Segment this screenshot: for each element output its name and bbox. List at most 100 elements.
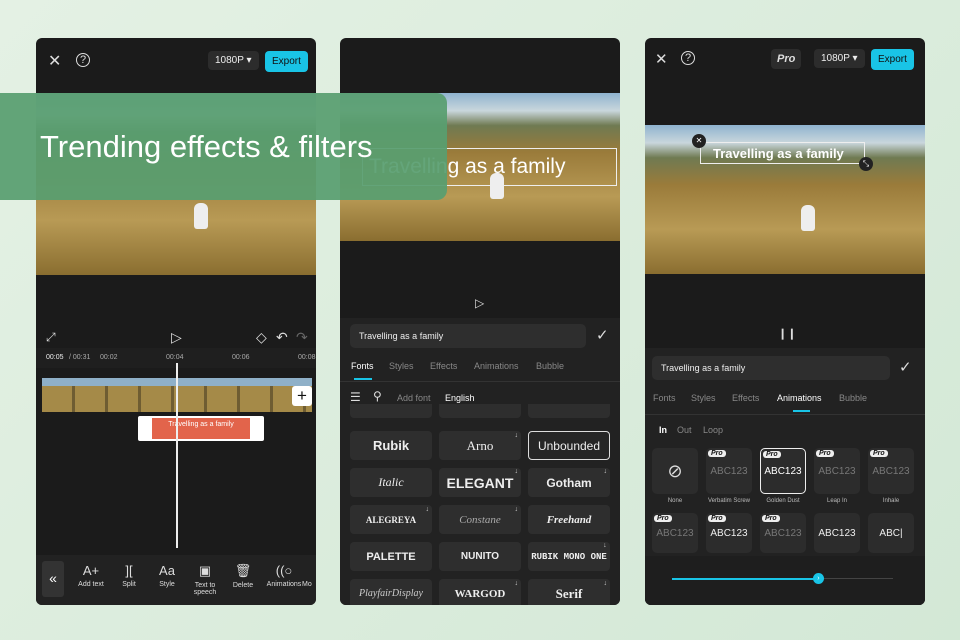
delete-tool[interactable]: 🗑 Delete bbox=[223, 563, 263, 589]
pro-badge: Pro bbox=[763, 451, 781, 458]
font-name: Gotham bbox=[546, 475, 592, 490]
animation-option[interactable]: ABC123 Pro bbox=[652, 513, 698, 553]
tab-effects[interactable]: Effects bbox=[732, 393, 759, 403]
resize-overlay-icon[interactable]: ⤡ bbox=[859, 157, 873, 171]
tab-styles[interactable]: Styles bbox=[389, 361, 414, 371]
slider-handle[interactable]: › bbox=[812, 573, 824, 584]
add-font-button[interactable]: Add font bbox=[397, 393, 431, 403]
menu-icon[interactable]: ☰ bbox=[350, 391, 361, 403]
tab-styles[interactable]: Styles bbox=[691, 393, 716, 403]
fullscreen-icon[interactable]: ⤢ bbox=[46, 331, 56, 343]
font-wargod[interactable]: WARGOD ↓ bbox=[439, 579, 521, 605]
animation-label: None bbox=[667, 498, 683, 504]
animation-preview-text: ABC123 bbox=[818, 465, 856, 477]
more-tool[interactable]: Mo bbox=[302, 563, 316, 588]
add-text-icon: A+ bbox=[82, 563, 100, 578]
confirm-check-icon[interactable]: ✓ bbox=[899, 360, 912, 375]
style-tool[interactable]: Aa Style bbox=[147, 563, 187, 588]
font-constane[interactable]: Constane ↓ bbox=[439, 505, 521, 534]
add-text-tool[interactable]: A+ Add text bbox=[71, 563, 111, 588]
font-italic[interactable]: Italic bbox=[350, 468, 432, 497]
font-rubik[interactable]: Rubik bbox=[350, 431, 432, 460]
playhead[interactable] bbox=[176, 363, 178, 548]
text-to-speech-tool[interactable]: ▣ Text to speech bbox=[185, 563, 225, 596]
subtab-in[interactable]: In bbox=[659, 425, 667, 435]
search-icon[interactable]: ⚲ bbox=[373, 390, 382, 402]
resolution-select[interactable]: 1080P ▾ bbox=[814, 49, 865, 68]
font-name: WARGOD bbox=[454, 587, 506, 600]
text-input[interactable]: Travelling as a family bbox=[350, 324, 586, 348]
text-input[interactable]: Travelling as a family bbox=[652, 356, 890, 380]
animation-option[interactable]: ABC123 bbox=[814, 513, 860, 553]
play-icon[interactable]: ▷ bbox=[475, 297, 484, 309]
font-playfair-display[interactable]: PlayfairDisplay bbox=[350, 579, 432, 605]
tab-bubble[interactable]: Bubble bbox=[839, 393, 867, 403]
play-icon[interactable]: ▷ bbox=[171, 330, 182, 344]
keyframe-icon[interactable]: ◇ bbox=[256, 330, 267, 344]
split-tool[interactable]: ][Split bbox=[109, 563, 149, 588]
tab-fonts[interactable]: Fonts bbox=[351, 361, 374, 371]
animation-option[interactable]: ABC| bbox=[868, 513, 914, 553]
animation-label: Leap In bbox=[826, 498, 848, 504]
animation-option[interactable]: ABC123 Pro bbox=[760, 448, 806, 494]
delete-overlay-icon[interactable]: ✕ bbox=[692, 134, 706, 148]
tool-label: Delete bbox=[232, 582, 254, 589]
animations-tool[interactable]: ((○ Animations bbox=[263, 563, 305, 588]
confirm-check-icon[interactable]: ✓ bbox=[596, 328, 609, 343]
tab-animations[interactable]: Animations bbox=[777, 393, 822, 403]
animation-option[interactable]: ABC123 Pro bbox=[814, 448, 860, 494]
close-icon[interactable]: ✕ bbox=[48, 54, 61, 70]
font-alegreya[interactable]: ALEGREYA ↓ bbox=[350, 505, 432, 534]
pro-badge: Pro bbox=[654, 515, 672, 522]
font-rubik-mono-one[interactable]: RUBIK MONO ONE ↓ bbox=[528, 542, 610, 571]
animation-option[interactable]: ABC123 Pro bbox=[868, 448, 914, 494]
font-palette[interactable]: PALETTE bbox=[350, 542, 432, 571]
subtab-loop[interactable]: Loop bbox=[703, 425, 723, 435]
animation-preview-text: ABC123 bbox=[872, 465, 910, 477]
font-name: RUBIK MONO ONE bbox=[531, 551, 607, 562]
tab-effects[interactable]: Effects bbox=[430, 361, 457, 371]
font-elegant[interactable]: ELEGANT ↓ bbox=[439, 468, 521, 497]
download-icon: ↓ bbox=[514, 505, 519, 513]
animation-label: Inhale bbox=[882, 498, 900, 504]
text-overlay[interactable]: Travelling as a family bbox=[700, 142, 865, 164]
font-name: ALEGREYA bbox=[365, 514, 417, 525]
help-icon[interactable]: ? bbox=[76, 53, 90, 67]
pause-icon[interactable]: ❙❙ bbox=[778, 329, 796, 340]
promo-banner: Trending effects & filters bbox=[0, 93, 447, 200]
animation-preview-text: ABC123 bbox=[656, 527, 694, 539]
pro-badge: Pro bbox=[816, 450, 834, 457]
add-clip-button[interactable]: + bbox=[292, 386, 312, 406]
tool-label: Style bbox=[159, 581, 175, 588]
export-button[interactable]: Export bbox=[871, 49, 914, 70]
tab-fonts[interactable]: Fonts bbox=[653, 393, 676, 403]
redo-icon[interactable]: ↷ bbox=[296, 330, 308, 344]
tick-label: 00:04 bbox=[166, 354, 184, 361]
export-button[interactable]: Export bbox=[265, 51, 308, 72]
animation-option[interactable]: ABC123 Pro bbox=[706, 448, 752, 494]
tab-animations[interactable]: Animations bbox=[474, 361, 519, 371]
font-arno[interactable]: Arno ↓ bbox=[439, 431, 521, 460]
language-english[interactable]: English bbox=[445, 393, 475, 403]
pro-button[interactable]: Pro bbox=[771, 49, 802, 69]
pro-badge: Pro bbox=[762, 515, 780, 522]
banner-title: Trending effects & filters bbox=[40, 128, 373, 164]
font-freehand[interactable]: Freehand bbox=[528, 505, 610, 534]
subtab-out[interactable]: Out bbox=[677, 425, 692, 435]
delete-icon: 🗑 bbox=[234, 563, 252, 578]
font-serif[interactable]: Serif ↓ bbox=[528, 579, 610, 605]
tab-bubble[interactable]: Bubble bbox=[536, 361, 564, 371]
help-icon[interactable]: ? bbox=[681, 51, 695, 65]
font-nunito[interactable]: NUNITO bbox=[439, 542, 521, 571]
animation-option[interactable]: ABC123 Pro bbox=[760, 513, 806, 553]
animations-icon: ((○ bbox=[275, 563, 293, 578]
close-icon[interactable]: ✕ bbox=[655, 52, 668, 67]
animation-option[interactable]: ABC123 Pro bbox=[706, 513, 752, 553]
resolution-select[interactable]: 1080P ▾ bbox=[208, 51, 259, 70]
font-gotham[interactable]: Gotham ↓ bbox=[528, 468, 610, 497]
back-button[interactable]: « bbox=[42, 561, 64, 597]
animation-option[interactable]: ⊘ bbox=[652, 448, 698, 494]
font-unbounded[interactable]: Unbounded bbox=[528, 431, 610, 460]
text-clip[interactable]: Travelling as a family bbox=[138, 416, 264, 441]
undo-icon[interactable]: ↶ bbox=[276, 330, 288, 344]
